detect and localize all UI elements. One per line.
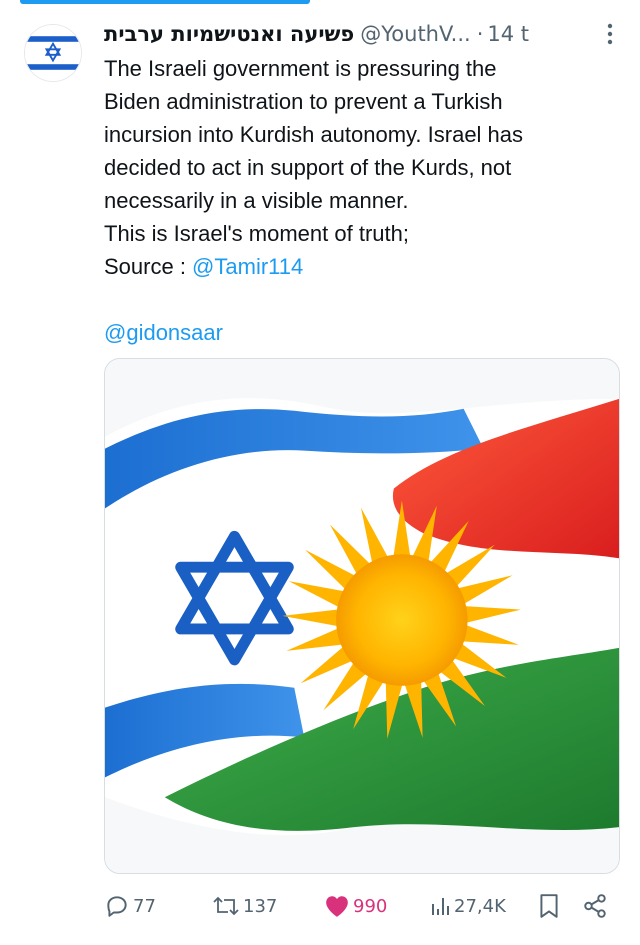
display-name[interactable]: פשיעה ואנטישמיות ערבית: [104, 22, 354, 46]
like-count: 990: [353, 895, 388, 917]
tweet-header: פשיעה ואנטישמיות ערבית @YouthV... · 14 t: [104, 18, 622, 50]
tweet-text-line: This is Israel's moment of truth;: [104, 221, 409, 246]
active-tab-indicator: [20, 0, 310, 4]
views-button[interactable]: 27,4K: [429, 895, 506, 917]
tweet-text-line: Biden administration to prevent a Turkis…: [104, 89, 503, 114]
tweet-text-line: decided to act in support of the Kurds, …: [104, 155, 512, 180]
repost-icon: [213, 896, 239, 916]
bookmark-button[interactable]: [538, 893, 560, 919]
heart-icon: [326, 896, 348, 917]
israel-kurdistan-flags-image: [105, 359, 619, 873]
text-spacer: [104, 283, 614, 316]
tweet-text: The Israeli government is pressuring the…: [104, 52, 614, 349]
reply-count: 77: [133, 895, 156, 917]
avatar[interactable]: [24, 24, 82, 82]
bookmark-icon: [540, 894, 558, 918]
repost-count: 137: [243, 895, 278, 917]
tweet-media-image[interactable]: [104, 358, 620, 874]
tweet-text-line: The Israeli government is pressuring the: [104, 56, 497, 81]
repost-button[interactable]: 137: [212, 894, 277, 918]
user-handle[interactable]: @YouthV...: [360, 22, 470, 46]
israel-flag-icon: [25, 25, 81, 81]
views-count: 27,4K: [454, 895, 506, 917]
share-icon: [584, 894, 606, 918]
source-label: Source :: [104, 254, 193, 279]
tweet-actions: 77 137 990 27,4K: [104, 886, 620, 926]
tweet-text-line: necessarily in a visible manner.: [104, 188, 409, 213]
like-button[interactable]: 990: [324, 894, 387, 918]
reply-icon: [107, 896, 127, 917]
share-button[interactable]: [582, 893, 608, 919]
header-separator: ·: [476, 22, 484, 46]
mention-link[interactable]: @gidonsaar: [104, 316, 614, 349]
views-icon: [432, 898, 449, 915]
source-line: Source : @Tamir114: [104, 250, 614, 283]
more-options-icon[interactable]: [598, 20, 622, 48]
source-link[interactable]: @Tamir114: [192, 254, 303, 279]
tweet-text-line: incursion into Kurdish autonomy. Israel …: [104, 122, 524, 147]
timestamp[interactable]: 14 t: [487, 22, 529, 46]
reply-button[interactable]: 77: [104, 893, 156, 919]
